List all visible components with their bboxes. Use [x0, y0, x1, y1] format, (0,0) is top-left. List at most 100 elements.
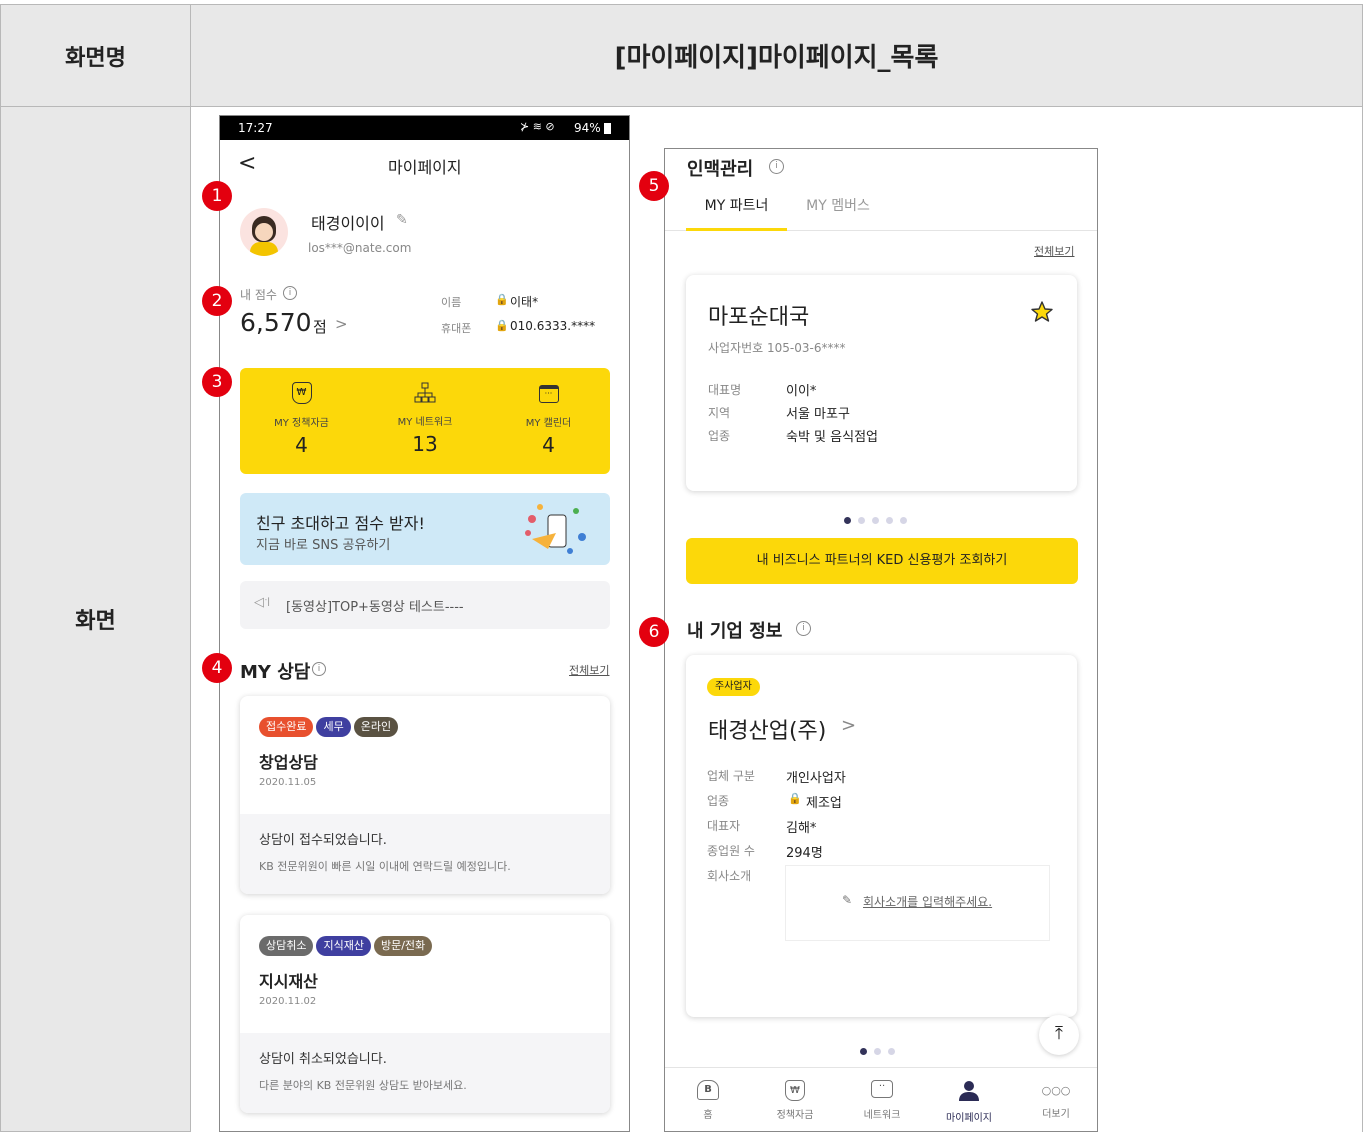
network-company-screen: 인맥관리 i MY 파트너 MY 멤버스 전체보기 마포순대국 사업자번호 10…: [664, 148, 1098, 1132]
consult-item-status: 상담이 취소되었습니다.: [259, 1052, 387, 1067]
stat-policy-fund[interactable]: ₩ MY 정책자금 4: [240, 368, 363, 474]
pager-dot[interactable]: [858, 517, 865, 524]
screen-name-label: 화면명: [0, 4, 191, 107]
pencil-icon[interactable]: ✎: [396, 212, 408, 228]
chevron-right-icon[interactable]: >: [335, 315, 348, 333]
tab-my-partner[interactable]: MY 파트너: [686, 189, 787, 231]
consult-view-all[interactable]: 전체보기: [569, 662, 609, 678]
pager-dot[interactable]: [860, 1048, 867, 1055]
pager-dot[interactable]: [872, 517, 879, 524]
status-tag: 상담취소: [259, 936, 314, 956]
company-row-label: 업체 구분: [707, 769, 755, 783]
nav-network[interactable]: ·· 네트워크: [844, 1080, 920, 1121]
screen-label: 화면: [0, 107, 191, 1132]
partner-row-value: 이이*: [786, 384, 817, 399]
profile-email: los***@nate.com: [308, 241, 412, 255]
pager-dot[interactable]: [888, 1048, 895, 1055]
company-intro-placeholder: 회사소개를 입력해주세요.: [863, 895, 993, 909]
info-icon[interactable]: i: [283, 286, 297, 300]
consult-tags: 접수완료 세무 온라인: [259, 715, 401, 737]
star-icon[interactable]: [1030, 300, 1054, 324]
score-unit: 점: [313, 318, 327, 336]
partner-row-value: 숙박 및 음식점업: [786, 430, 878, 445]
ked-credit-button[interactable]: 내 비즈니스 파트너의 KED 신용평가 조회하기: [686, 538, 1078, 584]
nav-more[interactable]: ○○○ 더보기: [1018, 1080, 1094, 1120]
stat-network[interactable]: MY 네트워크 13: [363, 368, 487, 474]
company-row-value: 294명: [786, 846, 823, 861]
person-icon: [959, 1081, 979, 1101]
company-title: 내 기업 정보: [687, 621, 783, 642]
consult-item-desc: KB 전문위원이 빠른 시일 이내에 연락드릴 예정입니다.: [259, 860, 511, 873]
company-name[interactable]: 태경산업(주): [708, 713, 826, 745]
partner-row-label: 지역: [708, 406, 731, 420]
nav-policy-fund[interactable]: ₩ 정책자금: [757, 1080, 833, 1121]
marker-5: 5: [639, 171, 669, 201]
info-icon[interactable]: i: [312, 662, 326, 676]
channel-tag: 온라인: [353, 717, 399, 737]
info-icon[interactable]: i: [796, 621, 811, 636]
company-row-value: 김해*: [786, 821, 817, 836]
consult-card[interactable]: 접수완료 세무 온라인 창업상담 2020.11.05 상담이 접수되었습니다. K…: [240, 696, 610, 894]
company-pager: [860, 1040, 902, 1059]
consult-tags: 상담취소 지식재산 방문/전화: [259, 934, 435, 956]
scroll-top-button[interactable]: ⤒: [1039, 1015, 1079, 1055]
info-icon[interactable]: i: [769, 159, 784, 174]
chevron-right-icon[interactable]: >: [841, 715, 856, 736]
pager-dot[interactable]: [844, 517, 851, 524]
signal-wifi-icon: ⊁ ≋ ⊘: [520, 120, 555, 133]
consult-item-title: 창업상담: [259, 753, 318, 772]
battery-level: 94%: [574, 121, 601, 135]
status-tag: 접수완료: [259, 717, 314, 737]
battery-icon: [604, 123, 611, 134]
consult-item-status-box: 상담이 취소되었습니다. 다른 분야의 KB 전문위원 상담도 받아보세요.: [240, 1033, 610, 1113]
company-row-value: 제조업: [806, 796, 842, 811]
company-intro-label: 회사소개: [707, 869, 752, 883]
marker-2: 2: [202, 286, 232, 316]
stat-value: 4: [295, 433, 308, 457]
company-card: 주사업자 태경산업(주) > 업체 구분 개인사업자 업종 🔒 제조업 대표자 …: [686, 655, 1077, 1017]
partner-view-all[interactable]: 전체보기: [1034, 243, 1074, 259]
notice-bar[interactable]: ◁꜉ [동영상]TOP+동영상 테스트----: [240, 581, 610, 629]
chevron-left-icon[interactable]: <: [238, 151, 256, 176]
partner-pager: [844, 509, 914, 528]
partner-row-label: 대표명: [708, 383, 742, 397]
pager-dot[interactable]: [874, 1048, 881, 1055]
profile-name: 태경이이이: [311, 214, 385, 233]
marker-3: 3: [202, 367, 232, 397]
share-illustration-icon: [525, 504, 586, 554]
consult-item-date: 2020.11.02: [259, 996, 317, 1007]
company-row-label: 업종: [707, 794, 730, 808]
mypage-screen: 17:27 ⊁ ≋ ⊘ 94% < 마이페이지 태경이이이 ✎ los***@n…: [219, 115, 630, 1132]
partner-card[interactable]: 마포순대국 사업자번호 105-03-6**** 대표명 이이* 지역 서울 마…: [686, 275, 1077, 491]
partner-biz-no: 사업자번호 105-03-6****: [708, 341, 846, 355]
pager-dot[interactable]: [886, 517, 893, 524]
pager-dot[interactable]: [900, 517, 907, 524]
tab-my-members[interactable]: MY 멤버스: [793, 189, 883, 231]
calendar-icon: ···: [538, 385, 559, 403]
nav-label: 네트워크: [863, 1110, 901, 1121]
money-bag-icon: ₩: [291, 382, 312, 404]
main-business-badge: 주사업자: [707, 678, 760, 696]
marker-1: 1: [202, 181, 232, 211]
nav-home[interactable]: B 홈: [670, 1080, 746, 1121]
score-label: 내 점수: [240, 288, 277, 302]
notice-text: [동영상]TOP+동영상 테스트----: [286, 600, 464, 615]
chat-icon: ··: [871, 1080, 893, 1098]
consult-card[interactable]: 상담취소 지식재산 방문/전화 지시재산 2020.11.02 상담이 취소되었습니…: [240, 915, 610, 1113]
company-row-label: 종업원 수: [707, 844, 755, 858]
name-label: 이름: [441, 296, 462, 309]
nav-mypage[interactable]: 마이페이지: [931, 1080, 1007, 1124]
stat-calendar[interactable]: ··· MY 캘린더 4: [487, 368, 610, 474]
company-intro-input[interactable]: ✎ 회사소개를 입력해주세요.: [785, 865, 1050, 941]
network-icon: [414, 382, 436, 403]
name-value: 이태*: [510, 295, 539, 309]
phone-value: 010.6333.****: [510, 319, 596, 333]
stat-value: 13: [412, 432, 438, 456]
page-title: 마이페이지: [388, 158, 462, 177]
invite-banner[interactable]: 친구 초대하고 점수 받자! 지금 바로 SNS 공유하기: [240, 493, 610, 565]
avatar[interactable]: [240, 208, 288, 256]
partner-row-label: 업종: [708, 429, 731, 443]
score-value: 6,570: [240, 308, 312, 337]
invite-subtitle: 지금 바로 SNS 공유하기: [256, 538, 391, 553]
stats-panel: ₩ MY 정책자금 4 MY 네트워크 13 ··· MY 캘린더 4: [240, 368, 610, 474]
